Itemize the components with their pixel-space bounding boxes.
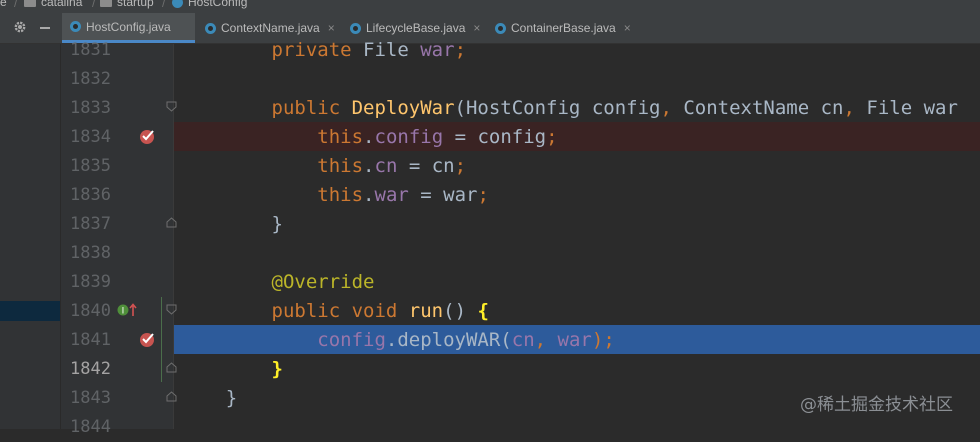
fold-marker-icon[interactable] — [166, 101, 177, 112]
class-icon — [205, 22, 216, 34]
fold-marker-icon[interactable] — [166, 217, 177, 228]
line-number: 1844 — [70, 417, 111, 437]
svg-text:I: I — [122, 307, 125, 317]
line-number: 1838 — [70, 243, 111, 263]
line-number: 1837 — [70, 214, 111, 234]
code-line-1840[interactable]: public void run() { — [180, 297, 489, 326]
line-number: 1833 — [70, 98, 111, 118]
breadcrumb-separator: / — [92, 0, 96, 10]
line-number: 1839 — [70, 272, 111, 292]
fold-marker-icon[interactable] — [166, 391, 177, 402]
line-number: 1835 — [70, 156, 111, 176]
code-line-1835[interactable]: this.cn = cn; — [180, 152, 466, 181]
fold-marker-icon[interactable] — [166, 362, 177, 373]
breadcrumb-item-startup[interactable]: startup — [100, 0, 154, 9]
override-method-icon[interactable]: I — [117, 303, 139, 317]
tab-label: ContainerBase.java — [511, 21, 616, 35]
breadcrumb: e / catalina / startup / HostConfig — [0, 0, 980, 13]
code-line-1841[interactable]: config.deployWAR(cn, war); — [180, 326, 614, 355]
scope-guide — [161, 297, 162, 382]
breadcrumb-lead: e — [0, 0, 7, 9]
editor-gutter[interactable]: 1831 1832 1833 1834 1835 1836 1837 1838 … — [61, 40, 173, 437]
tab-label: ContextName.java — [221, 21, 320, 35]
line-number: 1832 — [70, 69, 111, 89]
line-number: 1834 — [70, 127, 111, 147]
line-number: 1836 — [70, 185, 111, 205]
breadcrumb-separator: / — [162, 0, 166, 10]
line-number: 1831 — [70, 40, 111, 60]
close-icon[interactable]: × — [473, 21, 480, 35]
breadcrumb-item-catalina[interactable]: catalina — [24, 0, 82, 9]
line-number: 1840 — [70, 301, 111, 321]
close-icon[interactable]: × — [328, 21, 335, 35]
code-line-1839[interactable]: @Override — [180, 268, 375, 297]
breakpoint-icon[interactable] — [139, 331, 155, 347]
watermark: @稀土掘金技术社区 — [800, 395, 953, 415]
gear-icon[interactable] — [13, 20, 27, 34]
class-icon — [495, 22, 506, 34]
tab-label: HostConfig.java — [86, 19, 171, 34]
code-line-1833[interactable]: public DeployWar(HostConfig config, Cont… — [180, 94, 958, 123]
breadcrumb-separator: / — [14, 0, 18, 10]
tab-label: LifecycleBase.java — [366, 21, 466, 35]
breadcrumb-item-hostconfig[interactable]: HostConfig — [172, 0, 247, 9]
tab-containerbase[interactable]: ContainerBase.java × — [495, 13, 631, 43]
breakpoint-icon[interactable] — [139, 128, 155, 144]
code-line-1843[interactable]: } — [180, 384, 237, 413]
minimize-icon[interactable] — [40, 27, 50, 29]
class-icon — [172, 0, 183, 8]
close-icon[interactable]: × — [624, 21, 631, 35]
line-number: 1843 — [70, 388, 111, 408]
project-panel-selection[interactable] — [0, 301, 60, 321]
code-line-1837[interactable]: } — [180, 210, 283, 239]
project-panel-strip — [0, 44, 61, 429]
code-line-1834[interactable]: this.config = config; — [180, 123, 557, 152]
code-line-1831[interactable]: private File war; — [180, 36, 467, 65]
line-number-current: 1842 — [70, 359, 111, 379]
code-line-1842[interactable]: } — [180, 355, 283, 384]
editor-tab-bar: HostConfig.java ContextName.java × Lifec… — [0, 13, 980, 44]
class-icon — [70, 21, 81, 32]
code-line-1836[interactable]: this.war = war; — [180, 181, 489, 210]
folder-icon — [24, 0, 36, 7]
line-number: 1841 — [70, 330, 111, 350]
folder-icon — [100, 0, 112, 7]
fold-marker-icon[interactable] — [166, 304, 177, 315]
class-icon — [350, 22, 361, 34]
